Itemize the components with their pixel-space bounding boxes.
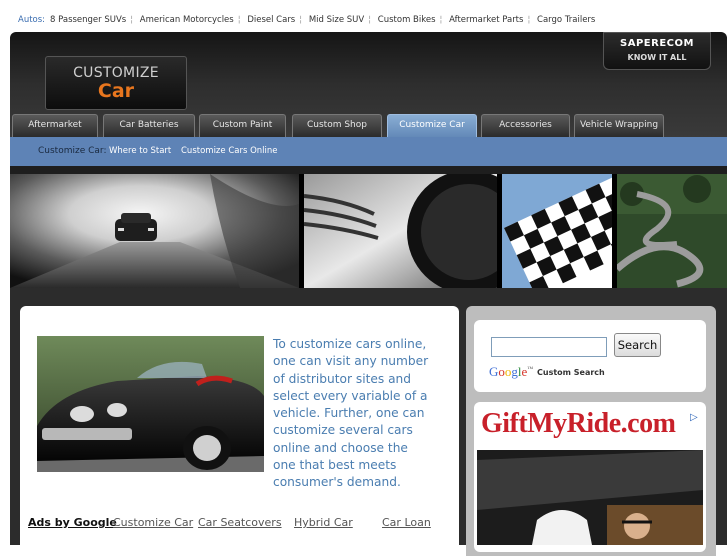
autos-label: Autos: bbox=[18, 15, 46, 25]
tab-custom-shop[interactable]: Custom Shop bbox=[292, 114, 382, 137]
tab-vehicle-wrapping[interactable]: Vehicle Wrapping bbox=[574, 114, 664, 137]
corvette-photo bbox=[37, 336, 264, 472]
giftmyride-title[interactable]: GiftMyRide.com bbox=[481, 408, 676, 440]
main-description: To customize cars online, one can visit … bbox=[273, 337, 429, 490]
ads-by-google[interactable]: Ads by Google bbox=[28, 516, 117, 529]
google-letter-g: G bbox=[489, 364, 499, 379]
ad-link-hybrid-car[interactable]: Hybrid Car bbox=[294, 516, 353, 529]
subnav-link-where-to-start[interactable]: Where to Start bbox=[109, 146, 171, 156]
banner-winding-road-image bbox=[617, 174, 727, 288]
autos-link-cargo-trailers[interactable]: Cargo Trailers bbox=[537, 15, 595, 25]
autos-link-custom-bikes[interactable]: Custom Bikes bbox=[378, 15, 436, 25]
subnav-label: Customize Car: bbox=[38, 146, 107, 156]
sub-navigation: Customize Car: Where to Start Customize … bbox=[10, 137, 727, 166]
tab-accessories[interactable]: Accessories bbox=[481, 114, 570, 137]
autos-link-mid-size-suv[interactable]: Mid Size SUV bbox=[309, 15, 364, 25]
adchoices-icon[interactable]: ▷ bbox=[690, 412, 700, 423]
tab-car-batteries[interactable]: Car Batteries bbox=[103, 114, 195, 137]
ad-link-car-loan[interactable]: Car Loan bbox=[382, 516, 431, 529]
autos-link-diesel-cars[interactable]: Diesel Cars bbox=[247, 15, 295, 25]
autos-link-aftermarket-parts[interactable]: Aftermarket Parts bbox=[449, 15, 523, 25]
tab-customize-car[interactable]: Customize Car bbox=[387, 114, 477, 137]
subnav-divider bbox=[10, 166, 727, 174]
ad-link-car-seatcovers[interactable]: Car Seatcovers bbox=[198, 516, 282, 529]
banner-checkered-flag-image bbox=[502, 174, 612, 288]
saperecom-brand: SAPERECOM bbox=[620, 38, 694, 49]
search-input[interactable] bbox=[491, 337, 607, 357]
banner-tunnel-car-image bbox=[10, 174, 299, 288]
saperecom-tagline: KNOW IT ALL bbox=[627, 53, 687, 62]
giftmyride-photo[interactable] bbox=[477, 450, 703, 545]
subnav-link-customize-cars-online[interactable]: Customize Cars Online bbox=[181, 146, 278, 156]
ad-link-customize-car[interactable]: Customize Car bbox=[113, 516, 193, 529]
autos-bar: Autos: 8 Passenger SUVs ¦ American Motorc… bbox=[0, 0, 727, 32]
banner-wheel-image bbox=[304, 174, 497, 288]
autos-link-american-motorcycles[interactable]: American Motorcycles bbox=[140, 15, 234, 25]
logo-line1: CUSTOMIZE bbox=[73, 65, 159, 81]
search-button[interactable]: Search bbox=[614, 333, 661, 357]
autos-link-8-passenger-suvs[interactable]: 8 Passenger SUVs bbox=[50, 15, 126, 25]
google-tm: ™ bbox=[527, 366, 534, 373]
custom-search-label: Custom Search bbox=[537, 368, 605, 377]
logo-line2: Car bbox=[97, 80, 135, 102]
autos-links: 8 Passenger SUVs ¦ American Motorcycles ¦ … bbox=[50, 15, 596, 25]
saperecom-badge[interactable]: SAPERECOM KNOW IT ALL bbox=[603, 32, 711, 70]
google-logo: Google™ bbox=[489, 364, 533, 380]
tab-aftermarket[interactable]: Aftermarket bbox=[12, 114, 98, 137]
tab-custom-paint[interactable]: Custom Paint bbox=[199, 114, 286, 137]
site-logo[interactable]: CUSTOMIZE Car bbox=[45, 56, 187, 110]
